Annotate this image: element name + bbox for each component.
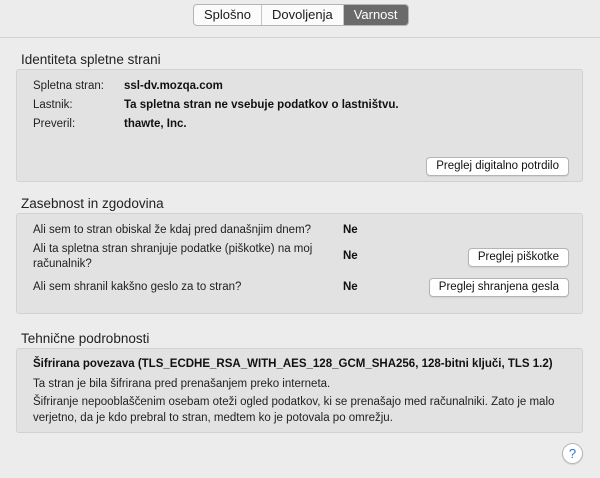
owner-label: Lastnik:	[33, 99, 73, 111]
tab-permissions[interactable]: Dovoljenja	[262, 5, 344, 25]
visited-question: Ali sem to stran obiskal že kdaj pred da…	[33, 224, 312, 236]
identity-section-title: Identiteta spletne strani	[21, 52, 161, 67]
view-certificate-button[interactable]: Preglej digitalno potrdilo	[426, 157, 569, 176]
view-cookies-button[interactable]: Preglej piškotke	[467, 248, 569, 267]
encryption-heading: Šifrirana povezava (TLS_ECDHE_RSA_WITH_A…	[33, 358, 553, 370]
cookies-answer: Ne	[343, 250, 358, 262]
help-button[interactable]: ?	[562, 443, 583, 464]
visited-answer: Ne	[343, 224, 358, 236]
view-passwords-button[interactable]: Preglej shranjena gesla	[428, 278, 569, 297]
password-question: Ali sem shranil kakšno geslo za to stran…	[33, 281, 242, 293]
technical-section-title: Tehnične podrobnosti	[21, 331, 150, 346]
password-answer: Ne	[343, 281, 358, 293]
privacy-box: Ali sem to stran obiskal že kdaj pred da…	[16, 213, 583, 314]
identity-box: Spletna stran: ssl-dv.mozqa.com Lastnik:…	[16, 69, 583, 182]
tab-general[interactable]: Splošno	[194, 5, 262, 25]
encryption-line-1: Ta stran je bila šifrirana pred prenašan…	[33, 378, 331, 390]
owner-value: Ta spletna stran ne vsebuje podatkov o l…	[124, 99, 399, 111]
tab-security[interactable]: Varnost	[343, 5, 408, 25]
verifier-value: thawte, Inc.	[124, 118, 187, 130]
cookies-question: Ali ta spletna stran shranjuje podatke (…	[33, 243, 313, 270]
verifier-label: Preveril:	[33, 118, 76, 130]
privacy-section-title: Zasebnost in zgodovina	[21, 196, 164, 211]
website-value: ssl-dv.mozqa.com	[124, 80, 223, 92]
technical-box: Šifrirana povezava (TLS_ECDHE_RSA_WITH_A…	[16, 348, 583, 433]
tab-divider	[0, 37, 600, 38]
tab-bar: Splošno Dovoljenja Varnost	[193, 4, 409, 26]
website-label: Spletna stran:	[33, 80, 104, 92]
encryption-line-2: Šifriranje nepooblaščenim osebam oteži o…	[33, 396, 555, 424]
